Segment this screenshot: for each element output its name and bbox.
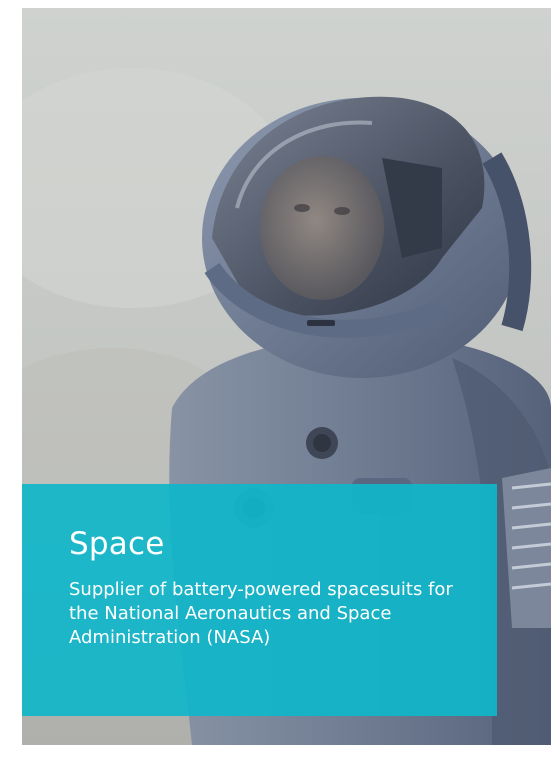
card-description: Supplier of battery-powered spacesuits f…	[69, 579, 453, 648]
info-overlay: Space Supplier of battery-powered spaces…	[22, 484, 497, 716]
astronaut-card[interactable]: Space Supplier of battery-powered spaces…	[22, 8, 551, 745]
card-title: Space	[69, 526, 165, 562]
